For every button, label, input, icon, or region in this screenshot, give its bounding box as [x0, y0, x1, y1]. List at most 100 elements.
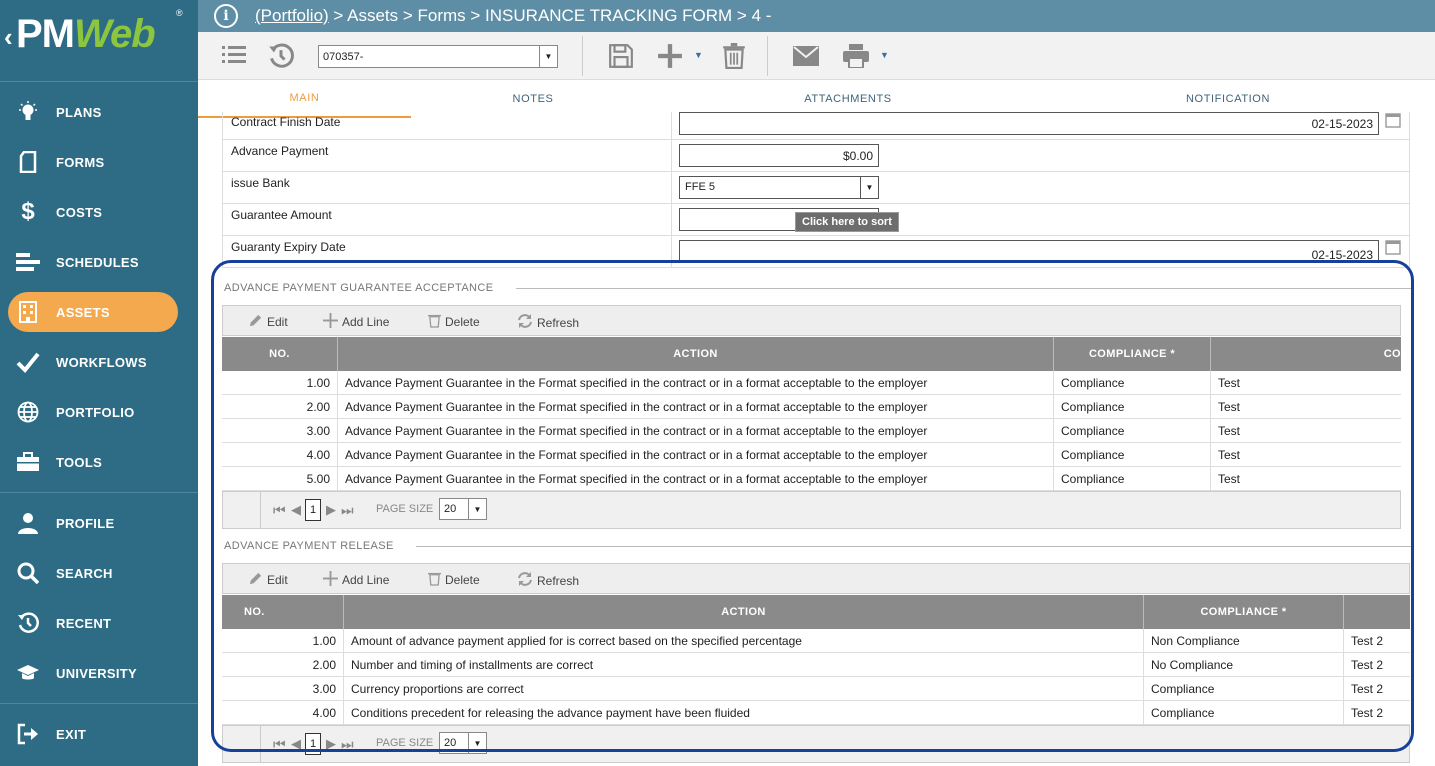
sidebar-item-university[interactable]: UNIVERSITY: [0, 653, 198, 693]
sidebar-item-assets[interactable]: ASSETS: [0, 292, 198, 332]
table-row[interactable]: 5.00 Advance Payment Guarantee in the Fo…: [222, 467, 1401, 491]
column-header-no[interactable]: NO.: [222, 337, 338, 371]
sidebar-item-profile[interactable]: PROFILE: [0, 503, 198, 543]
cell-compliance: Compliance: [1054, 371, 1211, 395]
cell-comments: Test 2: [1351, 658, 1384, 672]
column-header-comments[interactable]: [1344, 595, 1410, 629]
sidebar-item-tools[interactable]: TOOLS: [0, 442, 198, 482]
cell-no: 1.00: [222, 629, 344, 653]
column-header-action[interactable]: ACTION: [338, 337, 1054, 371]
add-line-button[interactable]: Add Line: [323, 313, 389, 331]
breadcrumb-path: > Assets > Forms > INSURANCE TRACKING FO…: [328, 6, 772, 25]
advance-payment-input[interactable]: $0.00: [679, 144, 879, 167]
logo-registered-mark: ®: [176, 8, 183, 18]
logo-text-prefix: PM: [16, 12, 75, 56]
column-header-no[interactable]: NO.: [222, 595, 344, 629]
exit-icon: [0, 723, 56, 745]
history-icon[interactable]: [268, 43, 294, 74]
sidebar-item-portfolio[interactable]: PORTFOLIO: [0, 392, 198, 432]
sidebar-item-plans[interactable]: PLANS: [0, 92, 198, 132]
page-number-input[interactable]: 1: [305, 733, 321, 755]
record-selector[interactable]: 070357- ▼: [318, 45, 558, 68]
globe-icon: [0, 401, 56, 423]
cell-no: 4.00: [222, 443, 338, 467]
title-bar: i (Portfolio) > Assets > Forms > INSURAN…: [198, 0, 1435, 32]
sidebar-item-costs[interactable]: $ COSTS: [0, 192, 198, 232]
sidebar-item-label: FORMS: [56, 154, 105, 170]
chevron-down-icon[interactable]: ▼: [468, 499, 486, 519]
prev-page-icon[interactable]: ◀: [291, 502, 301, 518]
chevron-down-icon[interactable]: ▼: [539, 46, 557, 67]
sidebar-item-search[interactable]: SEARCH: [0, 553, 198, 593]
pencil-icon: [248, 571, 263, 589]
contract-finish-date-input[interactable]: 02-15-2023: [679, 112, 1379, 135]
field-label: Contract Finish Date: [231, 115, 341, 129]
table-row[interactable]: 1.00 Amount of advance payment applied f…: [222, 629, 1410, 653]
table-row[interactable]: 3.00 Advance Payment Guarantee in the Fo…: [222, 419, 1401, 443]
next-page-icon[interactable]: ▶: [326, 502, 336, 518]
column-header-compliance[interactable]: COMPLIANCE *: [1054, 337, 1211, 371]
edit-button[interactable]: Edit: [248, 571, 288, 589]
sidebar: ‹ PMWeb ® PLANS FORMS $ COSTS SCHEDULES …: [0, 0, 198, 766]
pmweb-logo[interactable]: ‹ PMWeb ®: [0, 0, 198, 82]
list-icon[interactable]: [222, 44, 246, 73]
add-dropdown-chevron-icon[interactable]: ▼: [694, 50, 703, 60]
calendar-icon[interactable]: [1385, 239, 1401, 260]
add-line-button[interactable]: Add Line: [323, 571, 389, 589]
trash-icon[interactable]: [722, 43, 746, 74]
breadcrumb-portfolio-link[interactable]: (Portfolio): [255, 6, 329, 25]
sidebar-item-recent[interactable]: RECENT: [0, 603, 198, 643]
chevron-down-icon[interactable]: ▼: [860, 177, 878, 198]
edit-button[interactable]: Edit: [248, 313, 288, 331]
plus-icon: [323, 571, 338, 589]
guaranty-expiry-date-input[interactable]: 02-15-2023: [679, 240, 1379, 263]
column-header-action[interactable]: ACTION: [344, 595, 1144, 629]
delete-button[interactable]: Delete: [428, 313, 480, 331]
sidebar-item-exit[interactable]: EXIT: [0, 714, 198, 754]
chevron-down-icon[interactable]: ▼: [468, 733, 486, 753]
delete-button[interactable]: Delete: [428, 571, 480, 589]
refresh-button[interactable]: Refresh: [517, 313, 579, 332]
add-icon[interactable]: [657, 43, 683, 74]
prev-page-icon[interactable]: ◀: [291, 736, 301, 752]
column-header-compliance[interactable]: COMPLIANCE *: [1144, 595, 1344, 629]
page-size-select[interactable]: 20 ▼: [439, 732, 487, 754]
next-page-icon[interactable]: ▶: [326, 736, 336, 752]
table-row[interactable]: 3.00 Currency proportions are correct Co…: [222, 677, 1410, 701]
refresh-button[interactable]: Refresh: [517, 571, 579, 590]
table-row[interactable]: 2.00 Number and timing of installments a…: [222, 653, 1410, 677]
print-dropdown-chevron-icon[interactable]: ▼: [880, 50, 889, 60]
table-row[interactable]: 1.00 Advance Payment Guarantee in the Fo…: [222, 371, 1401, 395]
page-size-label: PAGE SIZE: [376, 503, 434, 515]
table-row[interactable]: 4.00 Advance Payment Guarantee in the Fo…: [222, 443, 1401, 467]
grid-pager-guarantee-acceptance: ⏮ ◀ 1 ▶ ⏭ PAGE SIZE 20 ▼: [222, 491, 1401, 529]
first-page-icon[interactable]: ⏮: [273, 502, 286, 519]
cell-comments: Test: [1218, 472, 1241, 486]
lightbulb-icon: [0, 101, 56, 123]
sidebar-item-label: ASSETS: [56, 304, 110, 320]
column-header-comments[interactable]: CO: [1211, 337, 1401, 371]
sidebar-item-label: PORTFOLIO: [56, 404, 135, 420]
back-chevron-icon[interactable]: ‹: [4, 22, 13, 53]
search-icon: [0, 562, 56, 584]
table-row[interactable]: 4.00 Conditions precedent for releasing …: [222, 701, 1410, 725]
page-number-input[interactable]: 1: [305, 499, 321, 521]
sidebar-item-workflows[interactable]: WORKFLOWS: [0, 342, 198, 382]
save-icon[interactable]: [608, 43, 634, 74]
first-page-icon[interactable]: ⏮: [273, 736, 286, 753]
issue-bank-select[interactable]: FFE 5 ▼: [679, 176, 879, 199]
last-page-icon[interactable]: ⏭: [341, 502, 354, 519]
cell-no: 5.00: [222, 467, 338, 491]
email-icon[interactable]: [793, 46, 819, 71]
table-row[interactable]: 2.00 Advance Payment Guarantee in the Fo…: [222, 395, 1401, 419]
info-icon[interactable]: i: [214, 4, 238, 28]
calendar-icon[interactable]: [1385, 112, 1401, 133]
page-size-select[interactable]: 20 ▼: [439, 498, 487, 520]
sidebar-item-schedules[interactable]: SCHEDULES: [0, 242, 198, 282]
last-page-icon[interactable]: ⏭: [341, 736, 354, 753]
add-line-button-label: Add Line: [342, 573, 390, 587]
toolbox-icon: [0, 452, 56, 472]
cell-compliance: Compliance: [1054, 443, 1211, 467]
sidebar-item-forms[interactable]: FORMS: [0, 142, 198, 182]
print-icon[interactable]: [843, 44, 869, 73]
